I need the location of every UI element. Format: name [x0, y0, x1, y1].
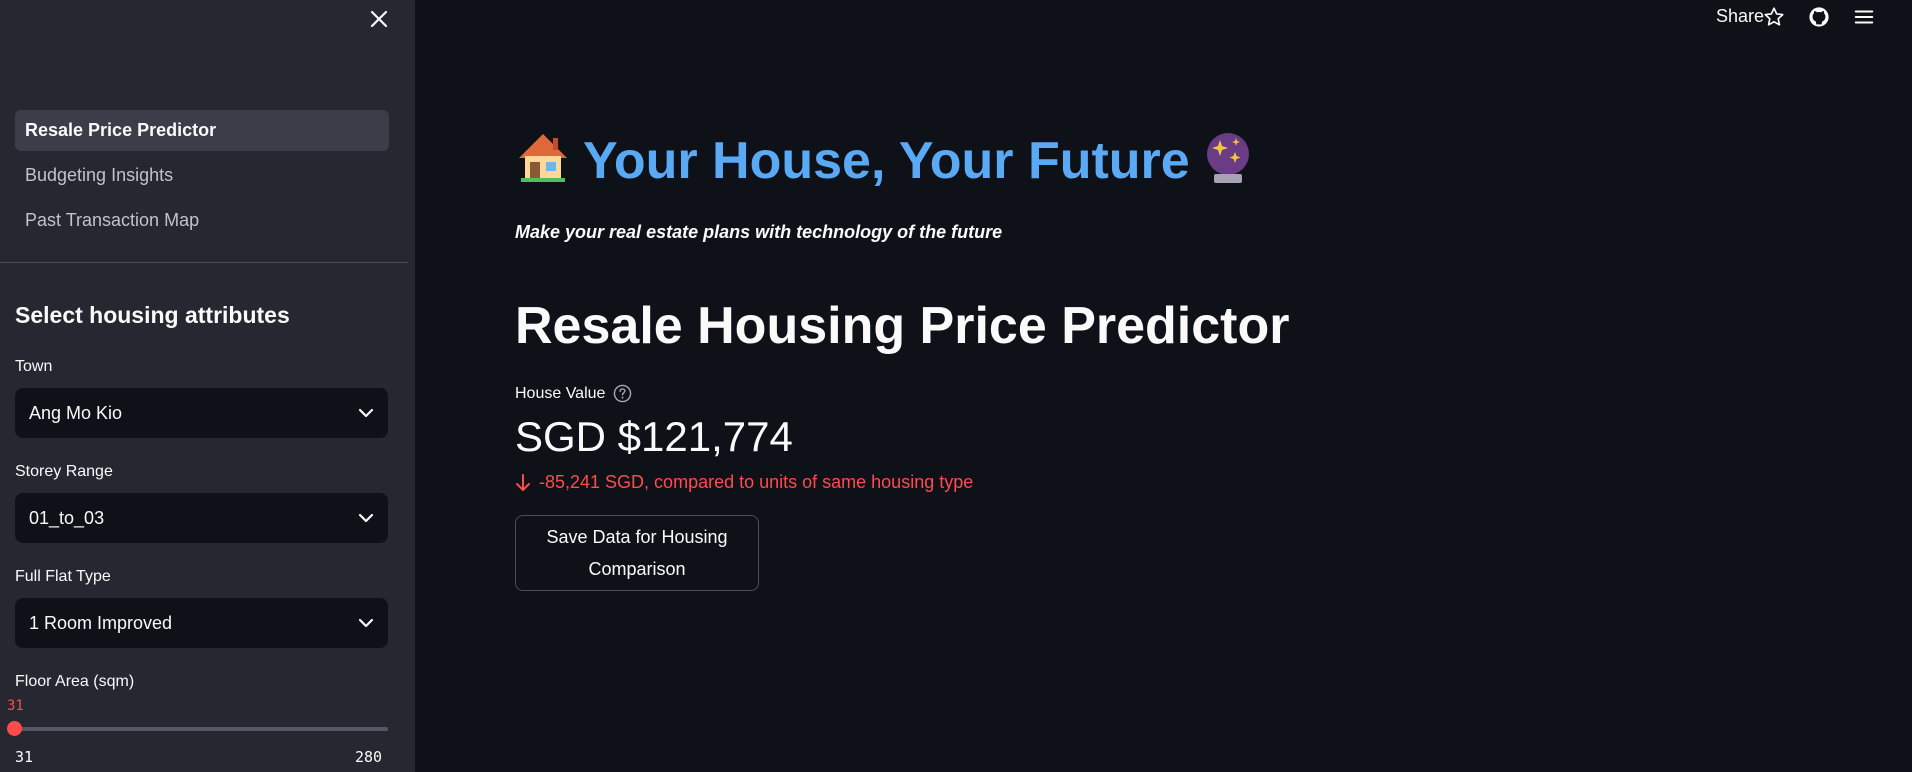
- share-button[interactable]: Share: [1716, 6, 1764, 27]
- flat-type-label: Full Flat Type: [15, 568, 111, 585]
- crystal-ball-icon: [1202, 130, 1254, 191]
- nav-item-past-transaction-map[interactable]: Past Transaction Map: [15, 200, 389, 241]
- storey-range-value: 01_to_03: [29, 507, 105, 528]
- nav-item-label: Budgeting Insights: [25, 165, 174, 185]
- star-icon[interactable]: [1762, 5, 1786, 29]
- metric-label: House Value: [515, 384, 632, 403]
- chevron-down-icon: [358, 408, 374, 418]
- nav-item-label: Past Transaction Map: [25, 210, 200, 230]
- flat-type-select[interactable]: 1 Room Improved: [15, 598, 388, 648]
- close-icon: [370, 10, 388, 28]
- nav-item-budgeting-insights[interactable]: Budgeting Insights: [15, 155, 389, 196]
- nav-item-label: Resale Price Predictor: [25, 120, 217, 140]
- house-icon: [515, 130, 571, 191]
- town-label: Town: [15, 358, 53, 375]
- github-icon[interactable]: [1807, 5, 1831, 29]
- sidebar: Resale Price Predictor Budgeting Insight…: [0, 0, 415, 772]
- page-title: Resale Housing Price Predictor: [515, 297, 1290, 355]
- storey-range-select[interactable]: 01_to_03: [15, 493, 388, 543]
- save-data-button[interactable]: Save Data for Housing Comparison: [515, 515, 759, 591]
- metric-delta: -85,241 SGD, compared to units of same h…: [515, 472, 973, 493]
- metric-value: SGD $121,774: [515, 413, 793, 460]
- flat-type-value: 1 Room Improved: [29, 612, 173, 633]
- sidebar-header: Select housing attributes: [15, 302, 290, 328]
- arrow-down-icon: [516, 473, 530, 491]
- town-value: Ang Mo Kio: [29, 402, 123, 423]
- help-icon[interactable]: [613, 384, 632, 403]
- menu-icon[interactable]: [1852, 5, 1876, 29]
- hero-title: Your House, Your Future: [583, 131, 1190, 190]
- floor-area-slider-track[interactable]: [15, 727, 388, 731]
- metric-label-text: House Value: [515, 384, 606, 402]
- nav-item-resale-price-predictor[interactable]: Resale Price Predictor: [15, 110, 389, 151]
- sidebar-divider: [0, 262, 408, 263]
- floor-area-label: Floor Area (sqm): [15, 673, 135, 690]
- hero-heading: Your House, Your Future: [515, 130, 1254, 191]
- chevron-down-icon: [358, 618, 374, 628]
- chevron-down-icon: [358, 513, 374, 523]
- floor-area-max: 280: [355, 748, 383, 766]
- subtitle: Make your real estate plans with technol…: [515, 222, 1003, 242]
- storey-range-label: Storey Range: [15, 463, 113, 480]
- floor-area-min: 31: [15, 748, 34, 766]
- floor-area-slider-thumb[interactable]: [7, 721, 22, 736]
- metric-delta-text: -85,241 SGD, compared to units of same h…: [539, 472, 974, 492]
- sidebar-nav: Resale Price Predictor Budgeting Insight…: [15, 110, 389, 245]
- close-sidebar-button[interactable]: [366, 6, 392, 32]
- town-select[interactable]: Ang Mo Kio: [15, 388, 388, 438]
- floor-area-current-value: 31: [7, 698, 24, 714]
